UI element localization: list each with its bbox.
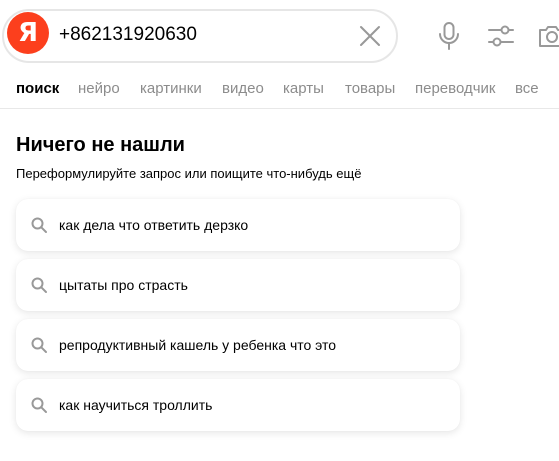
no-results-subtitle: Переформулируйте запрос или поищите что-… [16,166,362,181]
microphone-icon[interactable] [433,20,465,52]
search-input[interactable]: +862131920630 [59,24,197,46]
suggestion-text: цытаты про страсть [59,277,188,293]
suggestion-text: как научиться троллить [59,397,213,413]
suggestion-text: репродуктивный кашель у ребенка что это [59,337,337,353]
search-icon [30,396,48,414]
search-icon [30,336,48,354]
search-icon [30,216,48,234]
suggestion-item[interactable]: как научиться троллить [16,379,460,431]
suggestion-item[interactable]: цытаты про страсть [16,259,460,311]
header: Я +862131920630 [0,0,559,72]
tab-search[interactable]: поиск [16,80,59,97]
tab-products[interactable]: товары [345,80,395,97]
camera-icon[interactable] [536,20,559,52]
settings-sliders-icon[interactable] [485,20,517,52]
tab-all[interactable]: все [515,80,539,97]
tab-maps[interactable]: карты [283,80,324,97]
tab-images[interactable]: картинки [140,80,202,97]
close-icon[interactable] [356,22,384,50]
no-results-title: Ничего не нашли [16,134,185,156]
search-tabs: поиск нейро картинки видео карты товары … [0,72,559,109]
yandex-logo[interactable]: Я [7,12,49,54]
suggestion-item[interactable]: как дела что ответить дерзко [16,199,460,251]
suggestion-item[interactable]: репродуктивный кашель у ребенка что это [16,319,460,371]
tab-translator[interactable]: переводчик [415,80,495,97]
tab-neuro[interactable]: нейро [78,80,120,97]
search-icon [30,276,48,294]
suggestion-text: как дела что ответить дерзко [59,217,249,233]
tab-video[interactable]: видео [222,80,264,97]
